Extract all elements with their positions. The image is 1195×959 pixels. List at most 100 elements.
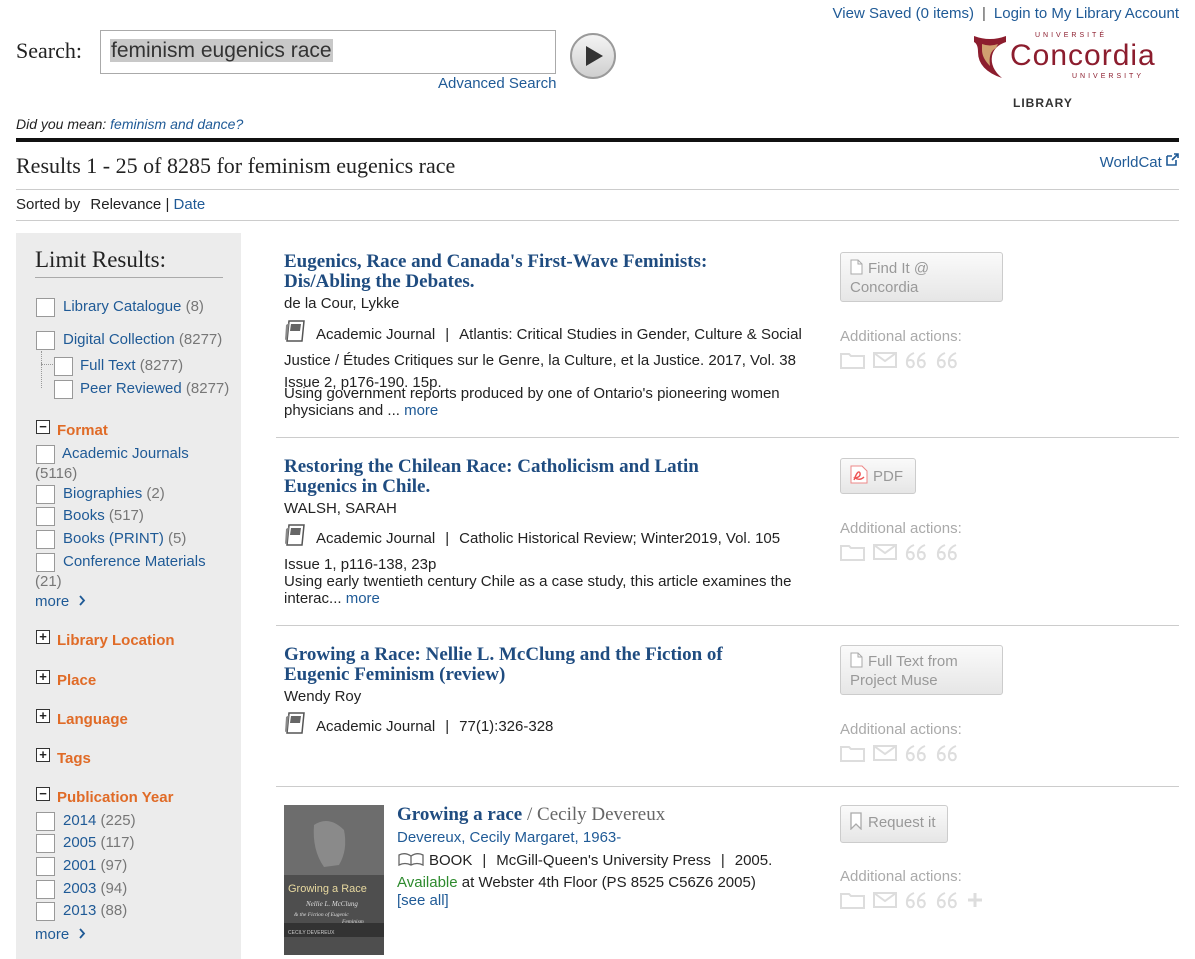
format-checkbox[interactable] — [36, 530, 55, 549]
search-submit-button[interactable] — [570, 33, 616, 79]
result-title-link[interactable]: Eugenics, Race and Canada's First-Wave F… — [284, 252, 707, 292]
digital-collection-checkbox[interactable] — [36, 331, 55, 350]
facet-year-2001[interactable]: 2001 (97) — [63, 857, 127, 874]
result-title-link[interactable]: Restoring the Chilean Race: Catholicism … — [284, 457, 699, 497]
facet-label: 2014 — [63, 812, 97, 829]
additional-actions-label: Additional actions: — [840, 520, 962, 537]
top-links-separator: | — [981, 5, 986, 22]
format-checkbox[interactable] — [36, 507, 55, 526]
facet-year-2005[interactable]: 2005 (117) — [63, 834, 134, 851]
format-checkbox[interactable] — [36, 445, 55, 464]
facet-biographies[interactable]: Biographies (2) — [63, 485, 165, 502]
result-title-line: Eugenics in Chile. — [284, 476, 431, 497]
facet-year-2003[interactable]: 2003 (94) — [63, 880, 127, 897]
advanced-search-link[interactable]: Advanced Search — [438, 75, 556, 92]
facet-books[interactable]: Books (517) — [63, 507, 144, 524]
expand-tags-icon[interactable]: + — [36, 748, 50, 762]
year-checkbox[interactable] — [36, 880, 55, 899]
folder-icon[interactable] — [840, 890, 866, 910]
facet-library-catalogue[interactable]: Library Catalogue (8) — [63, 298, 204, 315]
additional-actions — [840, 743, 966, 768]
sort-separator: | — [165, 196, 170, 213]
facet-heading-tags[interactable]: Tags — [57, 750, 91, 767]
facet-count: (21) — [35, 573, 62, 590]
facet-label: 2013 — [63, 902, 97, 919]
result-more-link[interactable]: more — [404, 402, 438, 419]
book-cover-image[interactable]: Growing a Race Nellie L. McClung & the F… — [284, 805, 384, 955]
facet-heading-library-location[interactable]: Library Location — [57, 632, 175, 649]
year-checkbox[interactable] — [36, 902, 55, 921]
folder-icon[interactable] — [840, 542, 866, 562]
concordia-logo[interactable]: UNIVERSITÉ Concordia UNIVERSITY LIBRARY — [972, 32, 1172, 112]
expand-language-icon[interactable]: + — [36, 709, 50, 723]
export-citation-icon[interactable] — [935, 890, 959, 910]
result-title-link[interactable]: Growing a Race: Nellie L. McClung and th… — [284, 645, 723, 685]
facet-heading-language[interactable]: Language — [57, 711, 128, 728]
expand-place-icon[interactable]: + — [36, 670, 50, 684]
format-checkbox[interactable] — [36, 485, 55, 504]
facet-full-text[interactable]: Full Text (8277) — [80, 357, 183, 374]
format-checkbox[interactable] — [36, 553, 55, 572]
expand-library-location-icon[interactable]: + — [36, 630, 50, 644]
folder-icon[interactable] — [840, 350, 866, 370]
pdf-button[interactable]: PDF — [840, 458, 916, 494]
facet-heading-publication-year[interactable]: Publication Year — [57, 789, 173, 806]
year-more-link[interactable]: more — [35, 926, 86, 943]
view-saved-link[interactable]: View Saved (0 items) — [833, 5, 974, 22]
result-description-line: Using early twentieth century Chile as a… — [284, 573, 792, 590]
email-icon[interactable] — [873, 350, 897, 370]
collapse-format-icon[interactable]: − — [36, 420, 50, 434]
cover-subtitle: Nellie L. McClung — [305, 900, 358, 908]
collapse-publication-year-icon[interactable]: − — [36, 787, 50, 801]
export-citation-icon[interactable] — [935, 350, 959, 370]
divider — [16, 220, 1179, 221]
folder-icon[interactable] — [840, 743, 866, 763]
login-link[interactable]: Login to My Library Account — [994, 5, 1179, 22]
search-input[interactable]: feminism eugenics race — [100, 30, 556, 74]
sort-date-link[interactable]: Date — [174, 196, 206, 213]
facet-academic-journals[interactable]: Academic Journals — [62, 445, 189, 462]
cite-icon[interactable] — [904, 350, 928, 370]
result-source: Issue 1, p116-138, 23p — [284, 556, 437, 573]
additional-actions — [840, 350, 966, 375]
year-checkbox[interactable] — [36, 857, 55, 876]
result-author-link[interactable]: Devereux, Cecily Margaret, 1963- — [397, 829, 621, 846]
facet-year-2013[interactable]: 2013 (88) — [63, 902, 127, 919]
facet-year-2014[interactable]: 2014 (225) — [63, 812, 136, 829]
cite-icon[interactable] — [904, 890, 928, 910]
year-checkbox[interactable] — [36, 834, 55, 853]
find-it-label: Find It @ — [868, 260, 930, 277]
result-title-link[interactable]: Growing a race / Cecily Devereux — [397, 805, 665, 825]
email-icon[interactable] — [873, 890, 897, 910]
full-text-checkbox[interactable] — [54, 357, 73, 376]
results-title: Results 1 - 25 of 8285 for feminism euge… — [16, 153, 456, 178]
export-citation-icon[interactable] — [935, 743, 959, 763]
result-more-link[interactable]: more — [346, 590, 380, 607]
export-citation-icon[interactable] — [935, 542, 959, 562]
result-divider — [276, 437, 1179, 438]
facet-books-print[interactable]: Books (PRINT) (5) — [63, 530, 186, 547]
request-it-button[interactable]: Request it — [840, 805, 948, 843]
library-catalogue-checkbox[interactable] — [36, 298, 55, 317]
facet-label: Biographies — [63, 485, 143, 502]
facet-conference-materials[interactable]: Conference Materials — [63, 553, 206, 570]
find-it-button[interactable]: Find It @ Concordia — [840, 252, 1003, 302]
format-more-link[interactable]: more — [35, 593, 86, 610]
facet-count: (88) — [100, 902, 128, 919]
full-text-project-muse-button[interactable]: Full Text from Project Muse — [840, 645, 1003, 695]
cite-icon[interactable] — [904, 743, 928, 763]
cite-icon[interactable] — [904, 542, 928, 562]
limit-results-sidebar: Limit Results: Library Catalogue (8) Dig… — [16, 233, 241, 959]
worldcat-link[interactable]: WorldCat — [1100, 153, 1179, 171]
year-checkbox[interactable] — [36, 812, 55, 831]
facet-peer-reviewed[interactable]: Peer Reviewed (8277) — [80, 380, 229, 397]
facet-heading-place[interactable]: Place — [57, 672, 96, 689]
email-icon[interactable] — [873, 542, 897, 562]
plus-icon[interactable] — [966, 890, 984, 910]
peer-reviewed-checkbox[interactable] — [54, 380, 73, 399]
email-icon[interactable] — [873, 743, 897, 763]
facet-heading-format[interactable]: Format — [57, 422, 108, 439]
suggestion-link[interactable]: feminism and dance? — [110, 116, 243, 132]
see-all-link[interactable]: [see all] — [397, 890, 449, 912]
facet-digital-collection[interactable]: Digital Collection (8277) — [63, 331, 222, 348]
